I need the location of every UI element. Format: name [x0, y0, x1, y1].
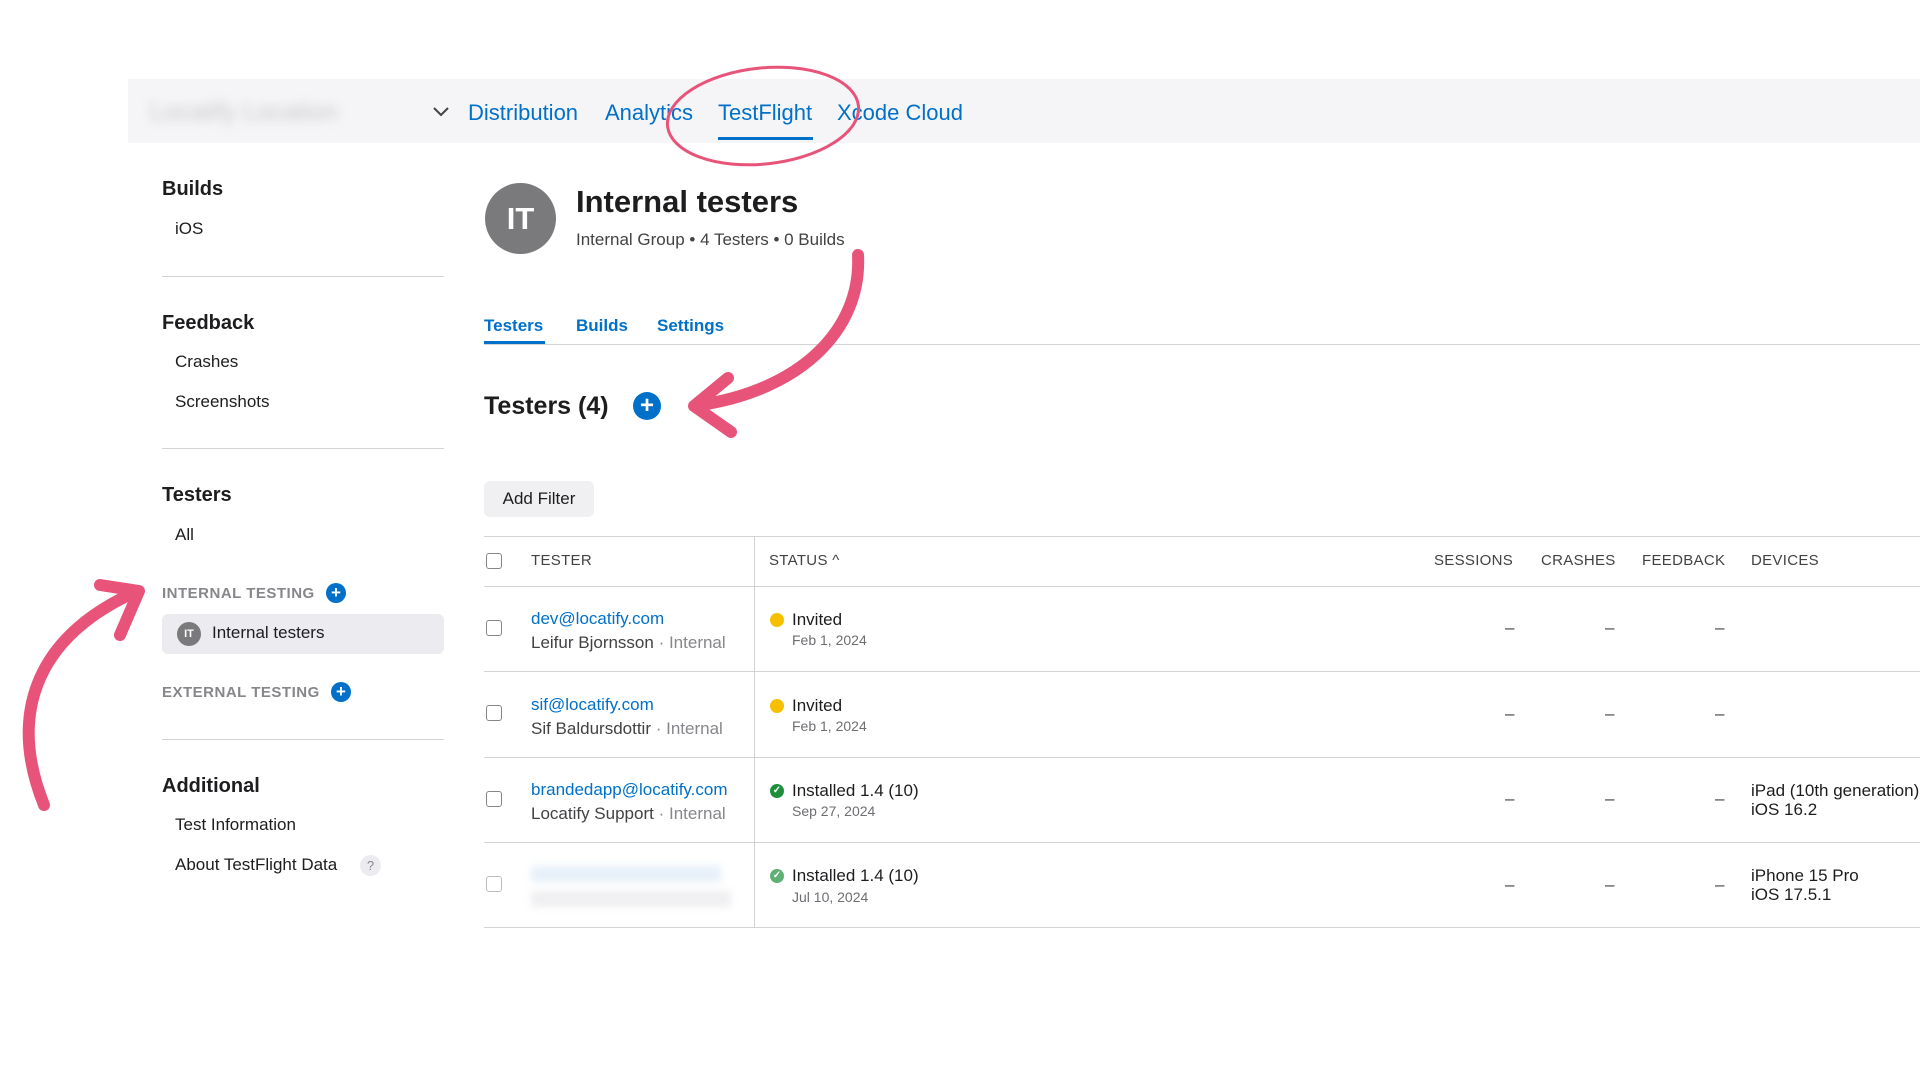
table-row-divider [484, 927, 1920, 928]
status-date: Jul 10, 2024 [792, 889, 869, 905]
add-tester-plus-icon[interactable]: + [633, 392, 661, 420]
sidebar-item-about-testflight-data[interactable]: About TestFlight Data [175, 855, 337, 875]
column-header-devices[interactable]: DEVICES [1751, 552, 1819, 569]
group-avatar-large: IT [485, 183, 556, 254]
status-text: Invited [792, 610, 843, 629]
status-invited-icon [770, 613, 784, 627]
status-installed-check-icon: ✓ [770, 869, 784, 883]
page-subtitle: Internal Group • 4 Testers • 0 Builds [576, 230, 845, 249]
column-header-sessions[interactable]: SESSIONS [1434, 552, 1513, 569]
sidebar-divider [162, 739, 444, 740]
feedback-value: – [1715, 875, 1725, 894]
annotation-overlay [22, 65, 865, 811]
device-os: iOS 17.5.1 [1751, 885, 1832, 904]
column-header-tester[interactable]: TESTER [531, 552, 592, 569]
device-model: iPhone 15 Pro [1751, 866, 1859, 885]
crashes-value: – [1605, 704, 1615, 723]
sessions-value: – [1505, 789, 1515, 808]
nav-testflight[interactable]: TestFlight [718, 100, 812, 126]
status-date: Feb 1, 2024 [792, 632, 867, 648]
row-checkbox[interactable] [486, 620, 502, 636]
status-text: Installed 1.4 (10) [792, 866, 919, 885]
arrow-to-internal-testing [22, 586, 141, 811]
add-external-group-plus-icon[interactable]: + [331, 682, 351, 702]
sidebar-item-test-information[interactable]: Test Information [175, 815, 296, 835]
device-model: iPad (10th generation) [1751, 781, 1920, 800]
device-os: iOS 16.2 [1751, 800, 1818, 819]
feedback-value: – [1715, 789, 1725, 808]
tester-email-link[interactable]: dev@locatify.com [531, 609, 664, 629]
feedback-value: – [1715, 618, 1725, 637]
sidebar-heading-testers: Testers [162, 484, 232, 506]
sidebar-heading-feedback: Feedback [162, 312, 255, 334]
sidebar-item-ios[interactable]: iOS [175, 219, 203, 239]
sidebar-item-label: Internal testers [212, 623, 325, 642]
nav-distribution[interactable]: Distribution [468, 100, 578, 126]
nav-analytics[interactable]: Analytics [605, 100, 693, 126]
tab-builds[interactable]: Builds [576, 316, 628, 336]
nav-xcode-cloud[interactable]: Xcode Cloud [837, 100, 963, 126]
app-selector[interactable]: Locatify Location [150, 92, 450, 132]
column-header-feedback[interactable]: FEEDBACK [1642, 552, 1725, 569]
table-row-divider [484, 842, 1920, 843]
column-header-status[interactable]: STATUS ^ [769, 552, 840, 569]
tester-email-link[interactable]: sif@locatify.com [531, 695, 654, 715]
tab-settings[interactable]: Settings [657, 316, 724, 336]
sidebar-heading-builds: Builds [162, 178, 224, 200]
row-checkbox[interactable] [486, 791, 502, 807]
sidebar-item-all-testers[interactable]: All [175, 525, 194, 545]
sidebar-item-screenshots[interactable]: Screenshots [175, 392, 270, 412]
crashes-value: – [1605, 875, 1615, 894]
tab-bar-divider [484, 344, 1920, 345]
crashes-value: – [1605, 789, 1615, 808]
select-all-checkbox[interactable] [486, 553, 502, 569]
status-date: Feb 1, 2024 [792, 718, 867, 734]
tester-email-obscured[interactable] [531, 866, 721, 882]
tab-testers[interactable]: Testers [484, 316, 543, 336]
sidebar-divider [162, 276, 444, 277]
add-filter-button[interactable]: Add Filter [484, 481, 594, 517]
table-row-divider [484, 671, 1920, 672]
sessions-value: – [1505, 875, 1515, 894]
sessions-value: – [1505, 618, 1515, 637]
status-invited-icon [770, 699, 784, 713]
section-title: Testers (4) [484, 392, 609, 420]
sidebar-divider [162, 448, 444, 449]
page-title: Internal testers [576, 184, 799, 219]
arrowhead-to-internal-testing [94, 579, 145, 641]
table-divider [484, 536, 1920, 537]
tester-email-link[interactable]: brandedapp@locatify.com [531, 780, 728, 800]
status-text: Installed 1.4 (10) [792, 781, 919, 800]
sidebar-heading-additional: Additional [162, 775, 260, 797]
chevron-down-icon[interactable] [430, 100, 452, 122]
sidebar-label-internal-testing: INTERNAL TESTING [162, 585, 315, 602]
tab-active-indicator [484, 341, 545, 344]
feedback-value: – [1715, 704, 1725, 723]
arrowhead-to-add-tester [688, 372, 737, 438]
sessions-value: – [1505, 704, 1515, 723]
row-checkbox[interactable] [486, 705, 502, 721]
status-installed-check-icon: ✓ [770, 784, 784, 798]
help-icon[interactable]: ? [360, 855, 381, 876]
column-header-crashes[interactable]: CRASHES [1541, 552, 1616, 569]
status-date: Sep 27, 2024 [792, 803, 876, 819]
status-text: Invited [792, 696, 843, 715]
crashes-value: – [1605, 618, 1615, 637]
column-divider [754, 536, 755, 927]
tester-name-obscured [531, 891, 731, 907]
tester-name: Leifur Bjornsson · Internal [531, 633, 726, 652]
tester-name: Locatify Support · Internal [531, 804, 726, 823]
row-checkbox[interactable] [486, 876, 502, 892]
nav-active-indicator [718, 137, 813, 140]
sidebar-label-external-testing: EXTERNAL TESTING [162, 684, 320, 701]
sidebar-item-crashes[interactable]: Crashes [175, 352, 238, 372]
table-divider [484, 586, 1920, 587]
group-avatar: IT [177, 622, 201, 646]
add-internal-group-plus-icon[interactable]: + [326, 583, 346, 603]
table-row-divider [484, 757, 1920, 758]
tester-name: Sif Baldursdottir · Internal [531, 719, 723, 738]
